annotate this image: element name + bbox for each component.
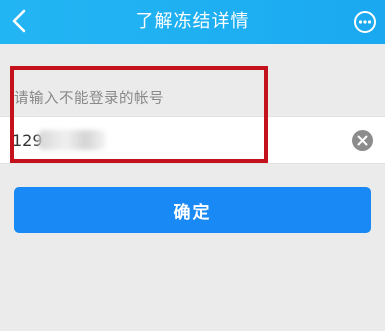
clear-button[interactable] xyxy=(352,130,373,151)
page-title: 了解冻结详情 xyxy=(135,11,250,32)
confirm-button[interactable]: 确定 xyxy=(14,187,371,233)
account-field-label: 请输入不能登录的帐号 xyxy=(14,91,164,107)
clear-x-icon xyxy=(357,135,368,146)
more-button[interactable] xyxy=(351,8,379,36)
more-dots-icon xyxy=(354,11,376,33)
header-bar: 了解冻结详情 xyxy=(0,0,385,44)
screen: 了解冻结详情 请输入不能登录的帐号 确定 xyxy=(0,0,385,331)
account-field-row xyxy=(0,116,385,164)
redacted-account-digits xyxy=(38,130,106,150)
